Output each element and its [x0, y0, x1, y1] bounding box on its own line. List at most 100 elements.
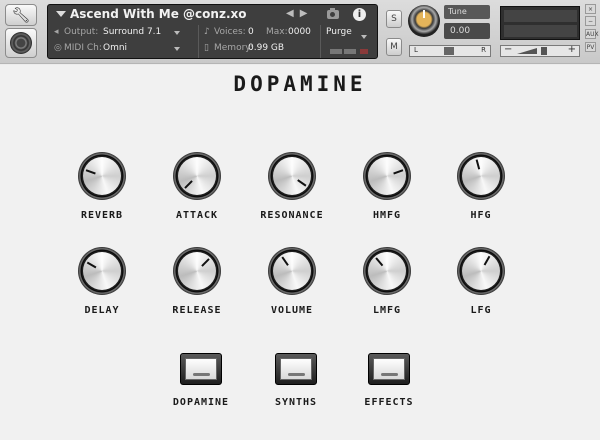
knob-label: HFG [470, 210, 492, 221]
pan-slider[interactable]: L R [409, 45, 491, 57]
aux-button[interactable]: AUX [585, 29, 599, 39]
knob-resonance[interactable] [268, 152, 316, 200]
tune-label: Tune [444, 5, 490, 19]
knob-control-release: RELEASE [152, 247, 242, 319]
minimize-instrument-button[interactable]: − [585, 16, 596, 26]
pv-button[interactable]: PV [585, 42, 596, 52]
knob-reverb[interactable] [78, 152, 126, 200]
page-control-synths: SYNTHS [255, 353, 335, 409]
knob-volume[interactable] [268, 247, 316, 295]
knob-control-reverb: REVERB [57, 152, 147, 224]
instrument-options-button[interactable]: 🔧︎ [5, 4, 37, 26]
purge-dropdown-icon[interactable] [361, 35, 367, 39]
knob-face [462, 157, 500, 195]
prev-next-instrument-icon[interactable]: ◀▶ [286, 8, 313, 19]
speaker-icon [10, 32, 32, 54]
knob-control-lfg: LFG [436, 247, 526, 319]
knob-pointer-icon [297, 179, 307, 187]
divider [198, 25, 199, 58]
knob-label: DELAY [84, 305, 120, 316]
led-bar-icon [193, 373, 210, 376]
knob-control-lmfg: LMFG [342, 247, 432, 319]
wrench-icon: 🔧︎ [11, 5, 31, 24]
volume-minus-label: − [504, 44, 513, 55]
volume-handle[interactable] [541, 47, 547, 55]
page-button-effects[interactable] [368, 353, 410, 385]
pan-left-label: L [414, 46, 418, 54]
knob-delay[interactable] [78, 247, 126, 295]
page-button-face [280, 358, 312, 380]
knob-pointer-icon [184, 180, 193, 189]
page-button-label: EFFECTS [364, 397, 414, 408]
knob-control-hmfg: HMFG [342, 152, 432, 224]
instrument-name[interactable]: Ascend With Me @conz.xo [70, 7, 246, 21]
knob-pointer-icon [281, 256, 289, 266]
voices-label: Voices: [214, 27, 246, 37]
knob-pointer-icon [393, 169, 404, 175]
midi-channel-label: MIDI Ch: [64, 43, 102, 53]
divider [320, 25, 321, 58]
volume-plus-label: + [567, 44, 576, 55]
info-icon[interactable]: i [353, 8, 366, 21]
knob-attack[interactable] [173, 152, 221, 200]
max-label: Max: [266, 27, 288, 37]
max-voices-value[interactable]: 0000 [288, 27, 311, 37]
page-button-label: DOPAMINE [172, 397, 230, 408]
close-instrument-button[interactable]: × [585, 4, 596, 14]
voices-icon: ♪ [204, 27, 210, 37]
cpu-meter-segment [344, 49, 356, 54]
page-button-dopamine[interactable] [180, 353, 222, 385]
knob-control-attack: ATTACK [152, 152, 242, 224]
solo-button[interactable]: S [386, 10, 402, 28]
page-button-face [373, 358, 405, 380]
knob-pointer-icon [483, 255, 491, 266]
knob-label: ATTACK [175, 210, 219, 221]
tune-value[interactable]: 0.00 [444, 23, 490, 39]
knob-pointer-icon [375, 257, 384, 267]
output-label: Output: [64, 27, 99, 37]
mute-button[interactable]: M [386, 38, 402, 56]
knob-control-volume: VOLUME [247, 247, 337, 319]
knob-pointer-icon [475, 159, 481, 170]
instrument-menu-arrow-icon[interactable] [56, 11, 66, 17]
knob-lfg[interactable] [457, 247, 505, 295]
output-select[interactable]: Surround 7.1 [103, 27, 161, 37]
midi-dropdown-icon[interactable] [174, 47, 180, 51]
knob-label: VOLUME [270, 305, 314, 316]
knob-control-delay: DELAY [57, 247, 147, 319]
knob-label: REVERB [80, 210, 124, 221]
voices-value: 0 [248, 27, 254, 37]
purge-menu[interactable]: Purge [326, 27, 352, 37]
page-title: DOPAMINE [233, 72, 367, 96]
knob-face [178, 252, 216, 290]
knob-face [462, 252, 500, 290]
pan-handle[interactable] [444, 47, 454, 55]
knob-face [368, 157, 406, 195]
knob-hmfg[interactable] [363, 152, 411, 200]
camera-icon[interactable] [327, 8, 339, 19]
knob-face [83, 252, 121, 290]
knob-face [178, 157, 216, 195]
tune-knob[interactable] [408, 5, 440, 37]
knob-pointer-icon [201, 258, 210, 267]
memory-icon: ▯ [204, 43, 209, 53]
level-meter-left [504, 10, 577, 22]
knob-hfg[interactable] [457, 152, 505, 200]
knob-release[interactable] [173, 247, 221, 295]
output-icon: ◂ [54, 27, 59, 37]
page-button-synths[interactable] [275, 353, 317, 385]
knob-face [368, 252, 406, 290]
output-dropdown-icon[interactable] [174, 31, 180, 35]
knob-lmfg[interactable] [363, 247, 411, 295]
instrument-header: 🔧︎ Ascend With Me @conz.xo ◀▶ i ◂ Output… [0, 0, 600, 64]
page-button-label: SYNTHS [274, 397, 318, 408]
knob-pointer-icon [85, 169, 96, 175]
knob-pointer-icon [86, 261, 97, 269]
memory-value: 0.99 GB [248, 43, 285, 53]
led-bar-icon [381, 373, 398, 376]
volume-slider[interactable]: − + [500, 44, 580, 57]
instrument-view-button[interactable] [5, 28, 37, 58]
midi-channel-select[interactable]: Omni [103, 43, 127, 53]
knob-face [273, 157, 311, 195]
knob-control-hfg: HFG [436, 152, 526, 224]
